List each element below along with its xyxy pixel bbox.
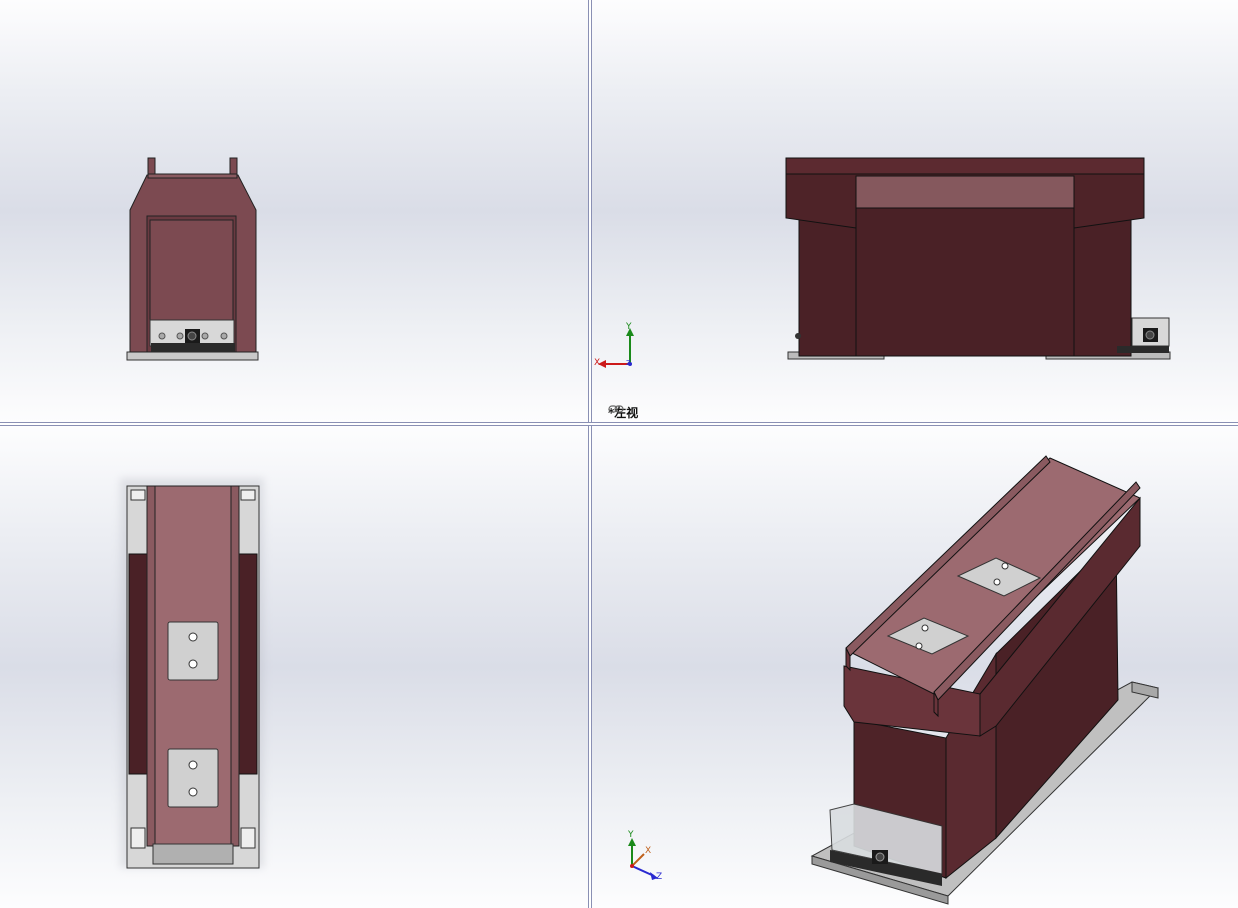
viewport-splitter-vertical[interactable] bbox=[588, 0, 592, 908]
axis-z-label: Z bbox=[626, 359, 631, 367]
top-viewport[interactable] bbox=[0, 426, 588, 908]
left-view-model bbox=[598, 157, 1171, 368]
viewport-splitter-horizontal[interactable] bbox=[0, 422, 1238, 426]
front-view-model bbox=[126, 157, 259, 361]
axis-y-label: Y bbox=[626, 322, 632, 332]
axis-x-label: X bbox=[594, 358, 601, 368]
top-view-model bbox=[120, 478, 264, 869]
iso-viewport[interactable]: Y X Z bbox=[592, 426, 1238, 908]
axis-z-label: Z bbox=[656, 872, 663, 882]
view-label[interactable]: *左视 bbox=[608, 404, 638, 421]
axis-triad bbox=[628, 838, 658, 880]
axis-x-label: X bbox=[645, 846, 652, 856]
front-viewport[interactable] bbox=[0, 0, 588, 422]
link-icon bbox=[608, 405, 624, 413]
iso-view-model bbox=[628, 455, 1159, 905]
left-viewport[interactable]: Y X Z *左视 bbox=[592, 0, 1238, 422]
axis-y-label: Y bbox=[628, 830, 634, 840]
